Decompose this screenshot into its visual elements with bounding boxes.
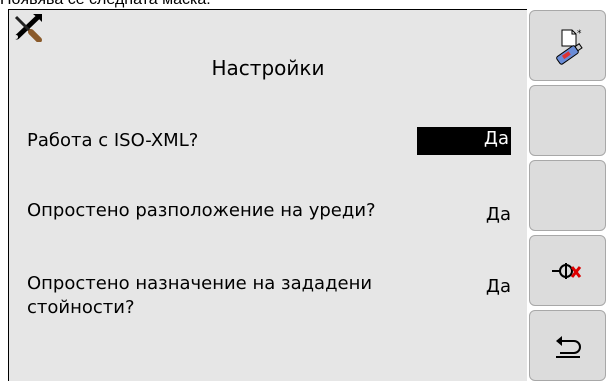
softkey-disconnect[interactable] — [529, 235, 606, 306]
softkey-empty-1[interactable] — [529, 85, 606, 156]
disconnect-icon — [551, 262, 581, 279]
page-title: Настройки — [211, 56, 325, 80]
row-label: Работа с ISO-XML? — [27, 130, 199, 151]
back-arrow-icon — [555, 335, 581, 358]
row-label: Опростено разположение на уреди? — [27, 200, 376, 221]
softkey-back[interactable] — [529, 310, 606, 381]
row-value-selected[interactable]: Да — [417, 127, 511, 155]
row-value[interactable]: Да — [486, 275, 511, 299]
row-value[interactable]: Да — [486, 203, 511, 227]
softkey-empty-2[interactable] — [529, 160, 606, 231]
usb-stick-new-icon: * — [555, 29, 583, 65]
softkey-usb-new[interactable]: * — [529, 10, 606, 81]
settings-panel: Настройки Работа с ISO-XML? Да Опростено… — [8, 9, 527, 381]
row-label: Опростено назначение на зададени стойнос… — [27, 273, 373, 318]
softkey-bar: * — [527, 10, 606, 381]
tools-icon — [14, 14, 42, 42]
svg-text:*: * — [577, 29, 582, 39]
caption-text: Появява се следната маска: — [0, 0, 211, 8]
